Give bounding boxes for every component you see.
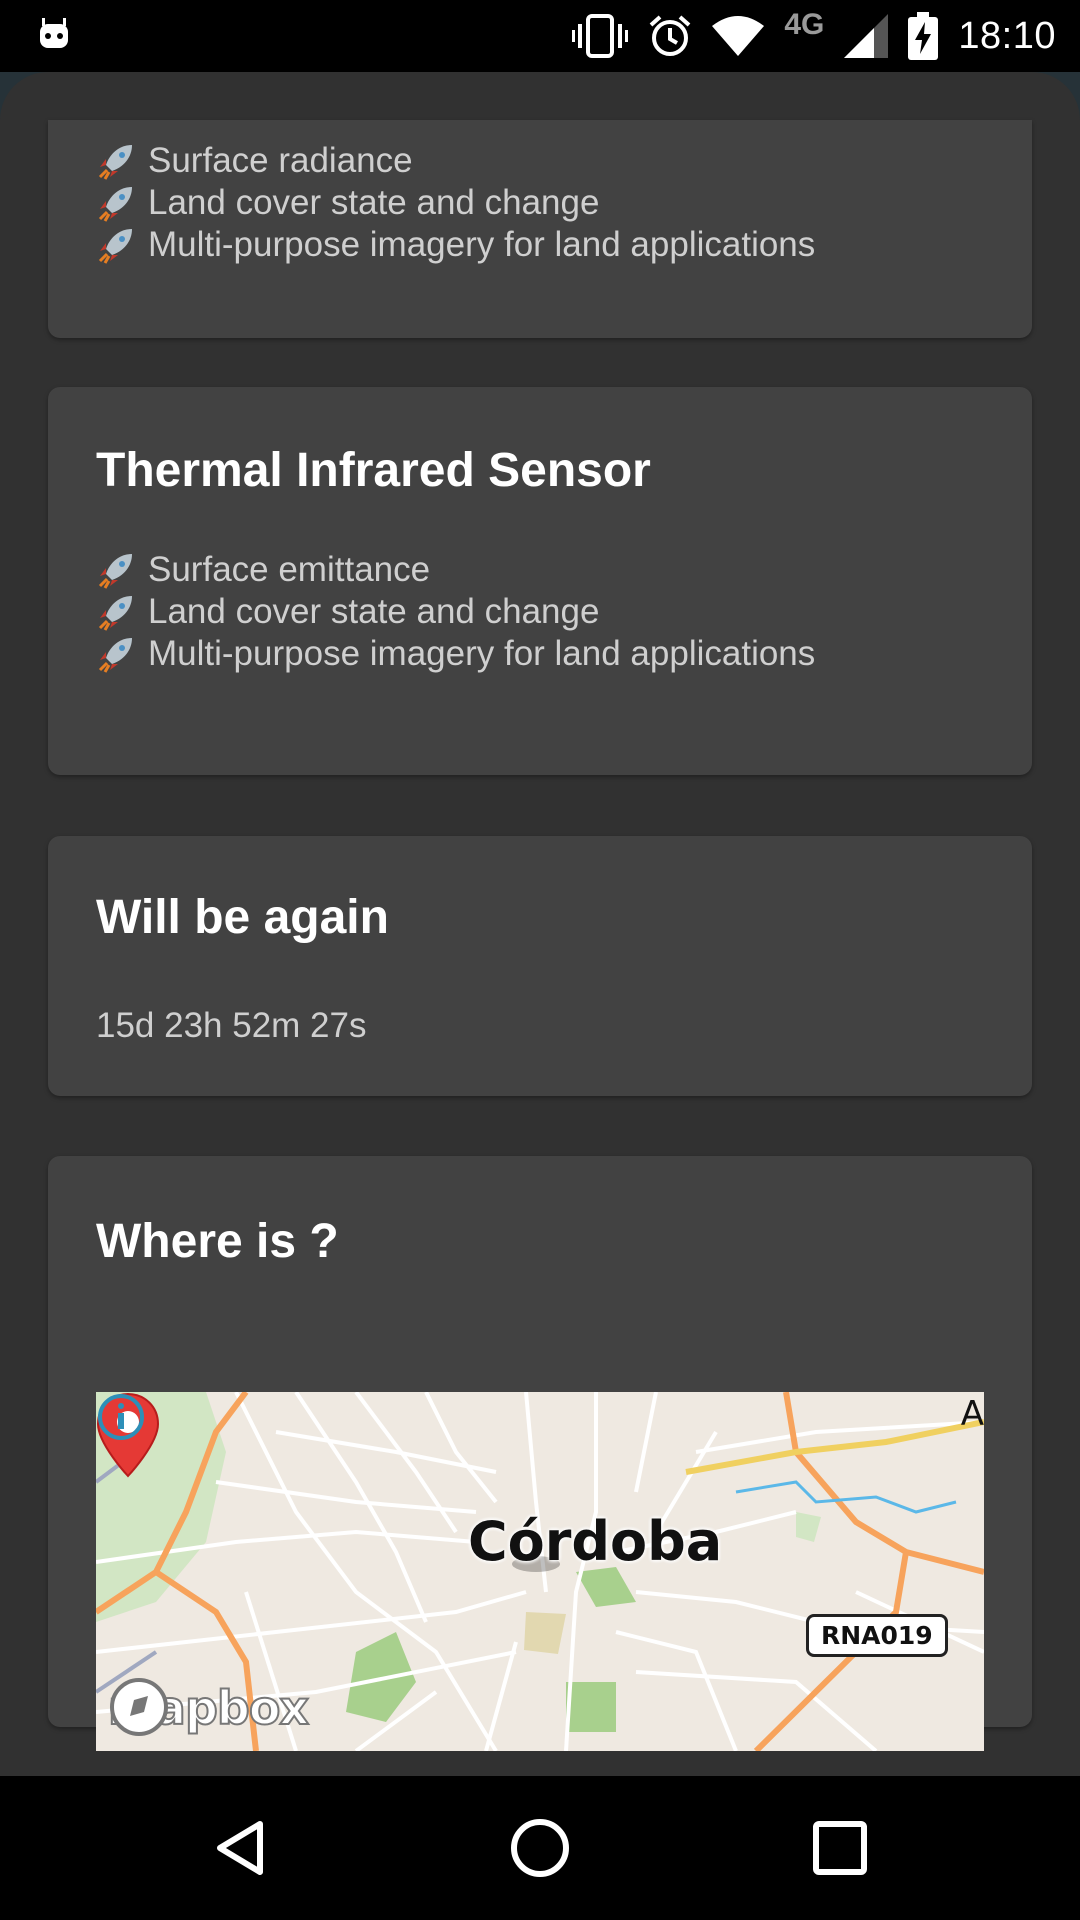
map-city-label: Córdoba [468, 1510, 723, 1573]
signal-icon [844, 14, 889, 58]
next-pass-card: Will be again 15d 23h 52m 27s [48, 836, 1032, 1096]
list-item: Surface radiance [96, 140, 815, 182]
list-item: Multi-purpose imagery for land applicati… [96, 224, 815, 266]
location-card: Where is ? Córdoba RNA019 A mapbox [48, 1156, 1032, 1751]
status-bar: 4G 18:10 [0, 0, 1080, 72]
back-icon[interactable] [204, 1812, 276, 1884]
list-item: Multi-purpose imagery for land applicati… [96, 633, 815, 675]
rocket-icon [98, 596, 132, 631]
rocket-icon [98, 187, 132, 222]
clock: 18:10 [958, 14, 1056, 57]
map-view[interactable]: Córdoba RNA019 A mapbox [96, 1392, 984, 1751]
wifi-icon [712, 16, 765, 56]
feature-list: Surface radiance Land cover state and ch… [96, 140, 815, 266]
list-item: Land cover state and change [96, 182, 815, 224]
vibrate-icon [572, 14, 629, 58]
info-icon[interactable] [96, 1392, 146, 1442]
rocket-icon [98, 638, 132, 673]
rocket-icon [98, 145, 132, 180]
list-item: Surface emittance [96, 549, 815, 591]
feature-list: Surface emittance Land cover state and c… [96, 549, 815, 675]
rocket-icon [98, 554, 132, 589]
mapbox-attribution[interactable]: mapbox [107, 1676, 310, 1740]
mapbox-logo-icon [110, 1678, 168, 1736]
card-title: Thermal Infrared Sensor [96, 444, 651, 497]
map-corner-label: A [960, 1394, 984, 1434]
instrument-card-previous: Surface radiance Land cover state and ch… [48, 120, 1032, 338]
bottom-sheet[interactable]: Surface radiance Land cover state and ch… [0, 72, 1080, 1776]
card-title: Will be again [96, 891, 389, 944]
card-title: Where is ? [96, 1215, 339, 1268]
battery-charging-icon [908, 12, 939, 60]
instrument-card-tirs: Thermal Infrared Sensor Surface emittanc… [48, 387, 1032, 775]
route-shield: RNA019 [806, 1614, 948, 1657]
home-icon[interactable] [504, 1812, 576, 1884]
alarm-icon [650, 15, 691, 56]
network-type: 4G [784, 8, 825, 41]
recents-icon[interactable] [804, 1812, 876, 1884]
navigation-bar [0, 1776, 1080, 1920]
list-item: Land cover state and change [96, 591, 815, 633]
android-debug-icon [40, 18, 68, 48]
rocket-icon [98, 229, 132, 264]
countdown-timer: 15d 23h 52m 27s [96, 1006, 367, 1045]
